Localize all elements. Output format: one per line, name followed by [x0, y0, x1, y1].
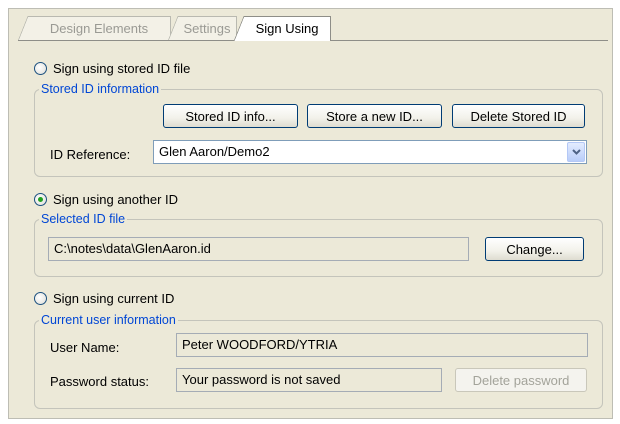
chevron-down-icon	[571, 149, 581, 155]
password-status-field: Your password is not saved	[176, 368, 442, 392]
radio-button[interactable]	[34, 62, 47, 75]
stored-id-info-button[interactable]: Stored ID info...	[163, 104, 298, 128]
dropdown-value: Glen Aaron/Demo2	[159, 144, 270, 159]
button-label: Store a new ID...	[326, 108, 423, 124]
delete-password-button[interactable]: Delete password	[455, 368, 587, 392]
group-legend: Current user information	[39, 313, 178, 328]
tab-bar: Design Elements Settings Sign Using	[18, 16, 338, 41]
group-legend: Selected ID file	[39, 212, 128, 227]
path-value: C:\notes\data\GlenAaron.id	[54, 241, 211, 256]
dropdown-arrow-button[interactable]	[567, 142, 585, 162]
group-legend: Stored ID information	[39, 82, 162, 97]
user-name-value: Peter WOODFORD/YTRIA	[182, 337, 338, 352]
button-label: Change...	[506, 241, 563, 257]
user-name-field: Peter WOODFORD/YTRIA	[176, 333, 588, 357]
password-status-label: Password status:	[50, 374, 149, 389]
tab-label: Design Elements	[49, 21, 149, 36]
tab-sign-using[interactable]: Sign Using	[234, 16, 331, 41]
user-name-label: User Name:	[50, 340, 120, 355]
radio-current-id[interactable]: Sign using current ID	[34, 291, 174, 306]
radio-button[interactable]	[34, 292, 47, 305]
password-status-value: Your password is not saved	[182, 372, 341, 387]
store-new-id-button[interactable]: Store a new ID...	[307, 104, 442, 128]
button-label: Stored ID info...	[185, 108, 276, 124]
id-reference-dropdown[interactable]: Glen Aaron/Demo2	[153, 140, 587, 164]
radio-button[interactable]	[34, 193, 47, 206]
tab-settings[interactable]: Settings	[168, 16, 237, 41]
tab-label: Settings	[183, 21, 231, 36]
delete-stored-id-button[interactable]: Delete Stored ID	[452, 104, 585, 128]
radio-label: Sign using another ID	[53, 192, 179, 207]
tab-design-elements[interactable]: Design Elements	[18, 16, 171, 41]
change-button[interactable]: Change...	[485, 237, 584, 261]
button-label: Delete password	[472, 372, 570, 388]
tab-label: Sign Using	[255, 21, 319, 36]
id-reference-label: ID Reference:	[50, 147, 131, 162]
selected-id-path-field: C:\notes\data\GlenAaron.id	[48, 237, 469, 261]
radio-stored-id[interactable]: Sign using stored ID file	[34, 61, 190, 76]
button-label: Delete Stored ID	[470, 108, 567, 124]
radio-another-id[interactable]: Sign using another ID	[34, 192, 178, 207]
radio-label: Sign using stored ID file	[53, 61, 191, 76]
radio-label: Sign using current ID	[53, 291, 175, 306]
